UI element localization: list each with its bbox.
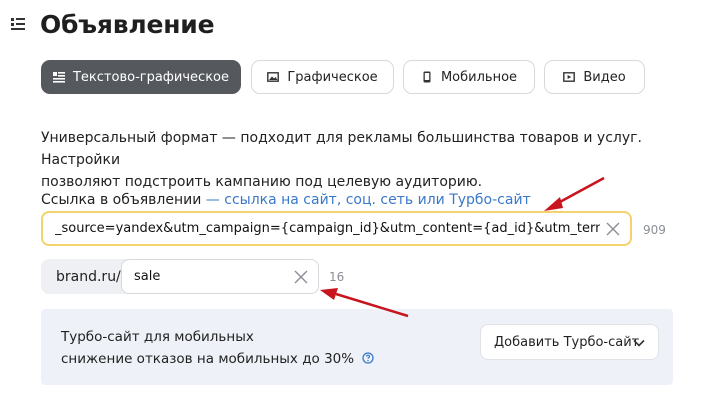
display-link-path-input[interactable]: sale [121, 259, 319, 294]
menu-list-icon[interactable] [11, 17, 25, 31]
format-description: Универсальный формат — подходит для рекл… [41, 127, 681, 193]
tab-graphic[interactable]: Графическое [251, 60, 394, 94]
description-line: Универсальный формат — подходит для рекл… [41, 130, 642, 168]
tab-mobile[interactable]: Мобильное [403, 60, 535, 94]
link-label-hint: — ссылка на сайт, соц. сеть или Турбо-са… [201, 192, 531, 208]
text-graphic-icon [52, 72, 65, 83]
page-title: Объявление [40, 10, 215, 39]
link-field-label: Ссылка в объявлении — ссылка на сайт, со… [41, 192, 531, 208]
tab-text-graphic[interactable]: Текстово-графическое [41, 60, 241, 94]
image-icon [267, 72, 280, 82]
path-char-counter: 16 [329, 270, 345, 284]
link-char-counter: 909 [643, 223, 666, 237]
description-line: позволяют подстроить кампанию под целеву… [41, 174, 483, 190]
display-link-path-value[interactable]: sale [134, 269, 160, 284]
close-icon [606, 222, 620, 236]
turbo-description: Турбо-сайт для мобильных снижение отказо… [61, 326, 375, 370]
clear-path-button[interactable] [292, 268, 310, 286]
tab-video[interactable]: Видео [544, 60, 645, 94]
ad-link-value[interactable]: _source=yandex&utm_campaign={campaign_id… [55, 221, 600, 236]
turbo-text-line: Турбо-сайт для мобильных [61, 329, 254, 345]
tab-label: Видео [583, 69, 626, 85]
add-turbo-site-button[interactable]: Добавить Турбо-сайт [480, 324, 659, 360]
chevron-down-icon [633, 339, 645, 347]
add-turbo-site-label: Добавить Турбо-сайт [494, 334, 640, 350]
help-icon[interactable] [362, 352, 375, 364]
tab-label: Мобильное [440, 69, 518, 85]
video-icon [563, 72, 576, 82]
turbo-site-panel: Турбо-сайт для мобильных снижение отказо… [41, 309, 673, 385]
ad-link-input[interactable]: _source=yandex&utm_campaign={campaign_id… [41, 211, 632, 246]
turbo-text-line: снижение отказов на мобильных до 30% [61, 348, 375, 370]
tab-label: Графическое [287, 69, 378, 85]
link-label-text: Ссылка в объявлении [41, 192, 202, 208]
tab-label: Текстово-графическое [72, 69, 229, 85]
close-icon [294, 270, 308, 284]
mobile-icon [423, 71, 431, 83]
clear-link-button[interactable] [604, 220, 622, 238]
turbo-text-line2: снижение отказов на мобильных до 30% [61, 351, 355, 367]
